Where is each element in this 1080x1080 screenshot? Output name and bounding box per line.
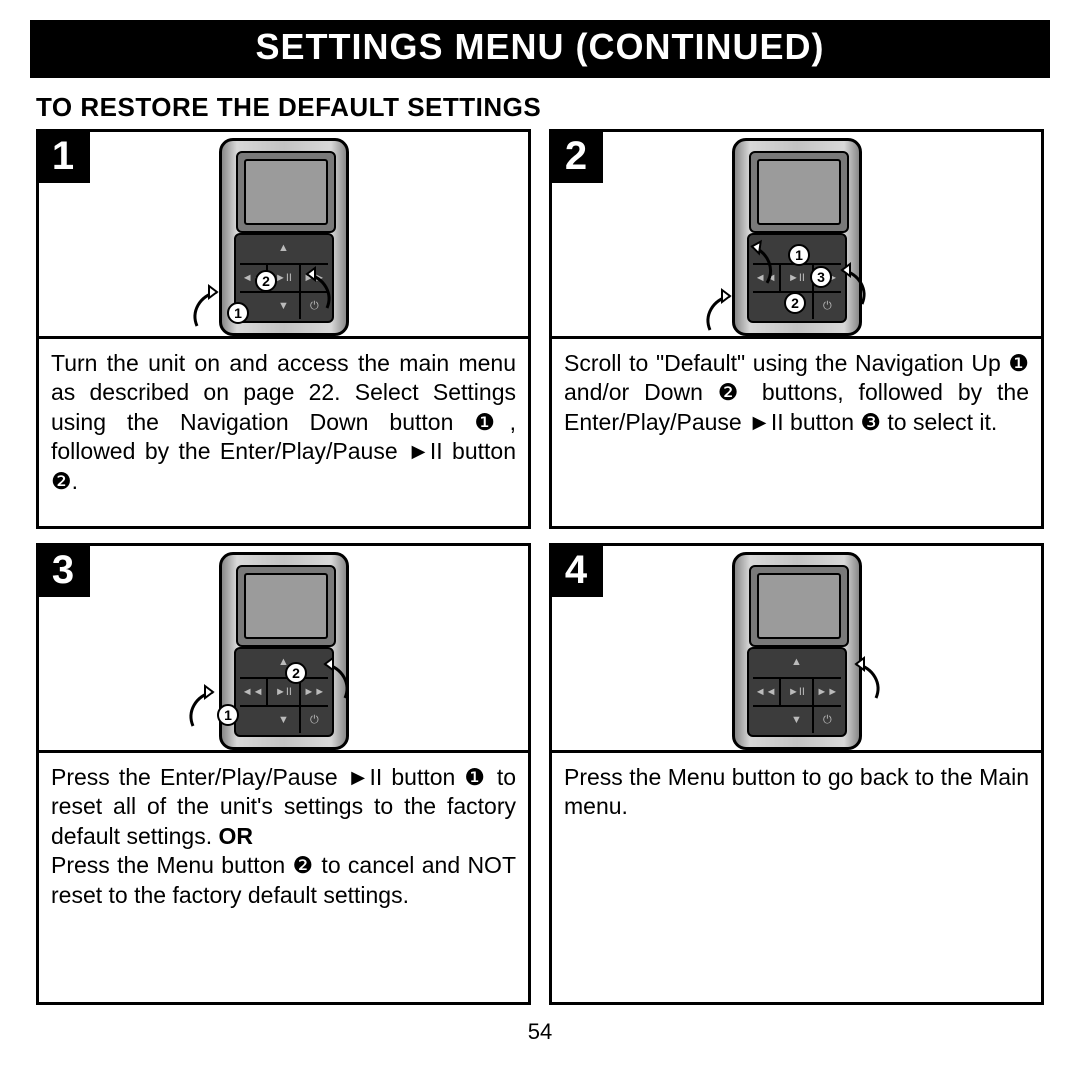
callout-bubble: 2 xyxy=(285,662,307,684)
callout-bubble: 2 xyxy=(255,270,277,292)
callout-bubble: 1 xyxy=(227,302,249,324)
step-1-text: Turn the unit on and access the main men… xyxy=(36,339,531,529)
power-icon: ⏻ xyxy=(812,293,840,319)
callout-bubble: 1 xyxy=(788,244,810,266)
nav-down-icon: ▼ xyxy=(266,707,301,733)
step-number: 3 xyxy=(36,543,90,597)
nav-down-icon: ▼ xyxy=(266,293,301,319)
play-pause-icon: ►II xyxy=(779,265,814,291)
callout-bubble: 3 xyxy=(810,266,832,288)
callout-bubble: 1 xyxy=(217,704,239,726)
nav-right-icon: ►► xyxy=(299,679,327,705)
nav-left-icon: ◄◄ xyxy=(753,265,781,291)
nav-right-icon: ►► xyxy=(812,679,840,705)
nav-up-icon: ▲ xyxy=(266,235,301,261)
power-icon: ⏻ xyxy=(299,293,327,319)
play-pause-icon: ►II xyxy=(779,679,814,705)
nav-right-icon: ►► xyxy=(299,265,327,291)
step-3-figure: 3 ▲ ◄◄►II►► ▼⏻ 1 xyxy=(36,543,531,753)
power-icon: ⏻ xyxy=(812,707,840,733)
step-2-figure: 2 ▲ ◄◄►II►► ▼⏻ 1 xyxy=(549,129,1044,339)
nav-left-icon: ◄◄ xyxy=(753,679,781,705)
nav-up-icon: ▲ xyxy=(779,649,814,675)
nav-down-icon: ▼ xyxy=(779,707,814,733)
step-1-figure: 1 ▲ ◄◄►II►► ▼⏻ 1 xyxy=(36,129,531,339)
step-number: 4 xyxy=(549,543,603,597)
page-title: SETTINGS MENU (CONTINUED) xyxy=(30,20,1050,78)
device-illustration: ▲ ◄◄►II►► ▼⏻ xyxy=(219,552,349,750)
section-subheading: TO RESTORE THE DEFAULT SETTINGS xyxy=(36,92,1044,123)
step-4-text: Press the Menu button to go back to the … xyxy=(549,753,1044,1005)
step-4-figure: 4 ▲ ◄◄►II►► ▼⏻ xyxy=(549,543,1044,753)
step-number: 1 xyxy=(36,129,90,183)
step-2-text: Scroll to "Default" using the Navigation… xyxy=(549,339,1044,529)
step-3-text: Press the Enter/Play/Pause ►II button ❶ … xyxy=(36,753,531,1005)
power-icon: ⏻ xyxy=(299,707,327,733)
step-number: 2 xyxy=(549,129,603,183)
device-illustration: ▲ ◄◄►II►► ▼⏻ xyxy=(732,552,862,750)
callout-bubble: 2 xyxy=(784,292,806,314)
page-number: 54 xyxy=(30,1019,1050,1045)
nav-left-icon: ◄◄ xyxy=(240,679,268,705)
